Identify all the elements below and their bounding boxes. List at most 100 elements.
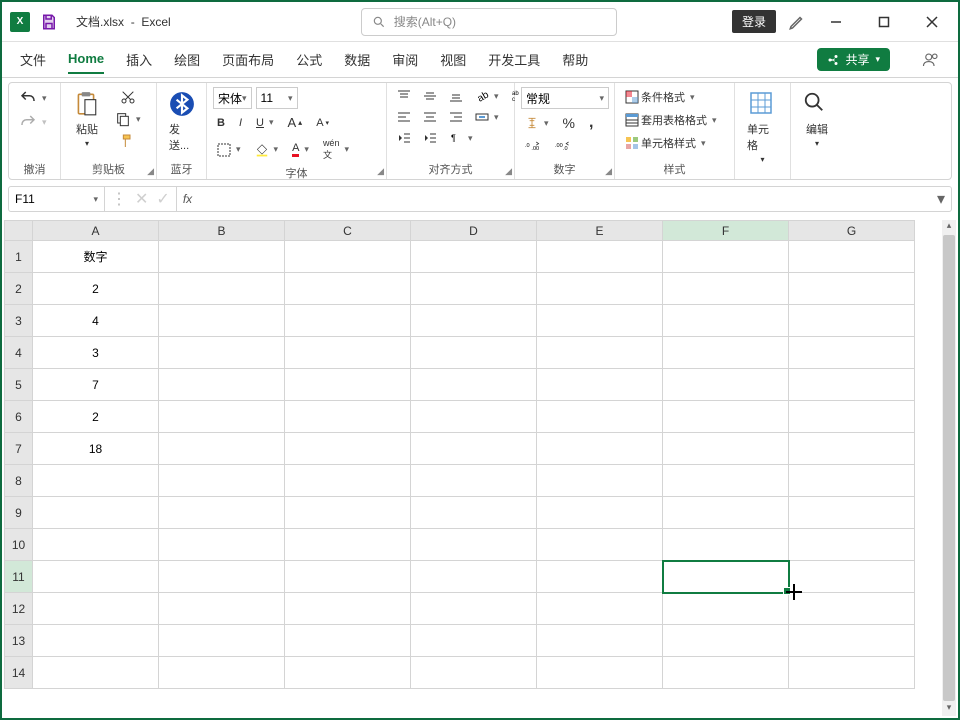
cell-A12[interactable] (33, 593, 159, 625)
cell-B10[interactable] (159, 529, 285, 561)
tab-home[interactable]: Home (68, 45, 104, 74)
align-center-button[interactable] (419, 108, 441, 126)
cell-F3[interactable] (663, 305, 789, 337)
cell-B1[interactable] (159, 241, 285, 273)
cell-F10[interactable] (663, 529, 789, 561)
col-header-C[interactable]: C (285, 221, 411, 241)
find-button[interactable]: 编辑 ▾ (797, 87, 837, 152)
row-header-8[interactable]: 8 (5, 465, 33, 497)
align-bottom-button[interactable] (445, 87, 467, 105)
cell-C6[interactable] (285, 401, 411, 433)
share-button[interactable]: 共享 ▾ (817, 48, 890, 71)
tab-data[interactable]: 数据 (344, 44, 370, 75)
format-painter-button[interactable] (116, 131, 140, 151)
bold-button[interactable]: B (213, 115, 229, 131)
cell-E5[interactable] (537, 369, 663, 401)
tab-help[interactable]: 帮助 (562, 44, 588, 75)
increase-decimal-button[interactable]: .0.00 (521, 137, 545, 155)
cell-A7[interactable]: 18 (33, 433, 159, 465)
cell-G13[interactable] (789, 625, 915, 657)
cell-C4[interactable] (285, 337, 411, 369)
cells-button[interactable]: 单元格 ▾ (741, 87, 784, 168)
alignment-launcher[interactable]: ◢ (505, 166, 512, 177)
cell-C2[interactable] (285, 273, 411, 305)
cell-D4[interactable] (411, 337, 537, 369)
row-header-7[interactable]: 7 (5, 433, 33, 465)
table-format-button[interactable]: 套用表格格式 (621, 110, 721, 130)
comments-icon[interactable] (922, 51, 940, 69)
cell-A5[interactable]: 7 (33, 369, 159, 401)
conditional-format-button[interactable]: 条件格式 (621, 87, 699, 107)
cell-B11[interactable] (159, 561, 285, 593)
cell-B3[interactable] (159, 305, 285, 337)
cell-A3[interactable]: 4 (33, 305, 159, 337)
cell-B7[interactable] (159, 433, 285, 465)
scroll-down-button[interactable]: ▾ (942, 702, 956, 716)
row-header-4[interactable]: 4 (5, 337, 33, 369)
cell-A6[interactable]: 2 (33, 401, 159, 433)
decrease-indent-button[interactable] (393, 129, 415, 147)
align-right-button[interactable] (445, 108, 467, 126)
cell-G7[interactable] (789, 433, 915, 465)
cell-C7[interactable] (285, 433, 411, 465)
cell-G1[interactable] (789, 241, 915, 273)
tab-review[interactable]: 审阅 (392, 44, 418, 75)
name-box[interactable]: F11 ▾ (9, 187, 105, 211)
percent-button[interactable]: % (559, 112, 579, 134)
col-header-E[interactable]: E (537, 221, 663, 241)
cell-C10[interactable] (285, 529, 411, 561)
cell-G6[interactable] (789, 401, 915, 433)
row-header-2[interactable]: 2 (5, 273, 33, 305)
cell-A11[interactable] (33, 561, 159, 593)
fx-icon[interactable]: fx (177, 192, 198, 206)
accounting-format-button[interactable] (521, 112, 553, 134)
cell-F9[interactable] (663, 497, 789, 529)
increase-indent-button[interactable] (419, 129, 441, 147)
paste-button[interactable]: 粘贴 ▾ (67, 87, 107, 152)
cell-E3[interactable] (537, 305, 663, 337)
cell-C8[interactable] (285, 465, 411, 497)
scroll-up-button[interactable]: ▴ (942, 220, 956, 234)
cell-F4[interactable] (663, 337, 789, 369)
row-header-11[interactable]: 11 (5, 561, 33, 593)
formula-expand-button[interactable]: ▾ (931, 189, 951, 209)
cell-G12[interactable] (789, 593, 915, 625)
tab-draw[interactable]: 绘图 (174, 44, 200, 75)
cell-G4[interactable] (789, 337, 915, 369)
tab-file[interactable]: 文件 (20, 44, 46, 75)
row-header-6[interactable]: 6 (5, 401, 33, 433)
number-format-combo[interactable]: 常规▾ (521, 87, 609, 109)
redo-button[interactable] (15, 111, 51, 133)
cell-E8[interactable] (537, 465, 663, 497)
cell-G11[interactable] (789, 561, 915, 593)
cell-G3[interactable] (789, 305, 915, 337)
cell-C5[interactable] (285, 369, 411, 401)
cell-D13[interactable] (411, 625, 537, 657)
cell-G9[interactable] (789, 497, 915, 529)
align-left-button[interactable] (393, 108, 415, 126)
cut-button[interactable] (116, 87, 140, 107)
cell-G5[interactable] (789, 369, 915, 401)
cell-A13[interactable] (33, 625, 159, 657)
row-header-3[interactable]: 3 (5, 305, 33, 337)
underline-button[interactable]: U (252, 115, 277, 131)
cell-F13[interactable] (663, 625, 789, 657)
cell-D5[interactable] (411, 369, 537, 401)
close-button[interactable] (914, 4, 950, 40)
font-color-button[interactable]: A (288, 140, 313, 159)
align-middle-button[interactable] (419, 87, 441, 105)
maximize-button[interactable] (866, 4, 902, 40)
scroll-thumb[interactable] (943, 235, 955, 701)
cell-E12[interactable] (537, 593, 663, 625)
row-header-5[interactable]: 5 (5, 369, 33, 401)
undo-button[interactable] (15, 87, 51, 109)
number-launcher[interactable]: ◢ (605, 166, 612, 177)
minimize-button[interactable] (818, 4, 854, 40)
row-header-10[interactable]: 10 (5, 529, 33, 561)
cell-F5[interactable] (663, 369, 789, 401)
vertical-scrollbar[interactable]: ▴ ▾ (942, 220, 956, 716)
cell-D6[interactable] (411, 401, 537, 433)
cell-B8[interactable] (159, 465, 285, 497)
cell-G2[interactable] (789, 273, 915, 305)
login-button[interactable]: 登录 (732, 10, 776, 33)
